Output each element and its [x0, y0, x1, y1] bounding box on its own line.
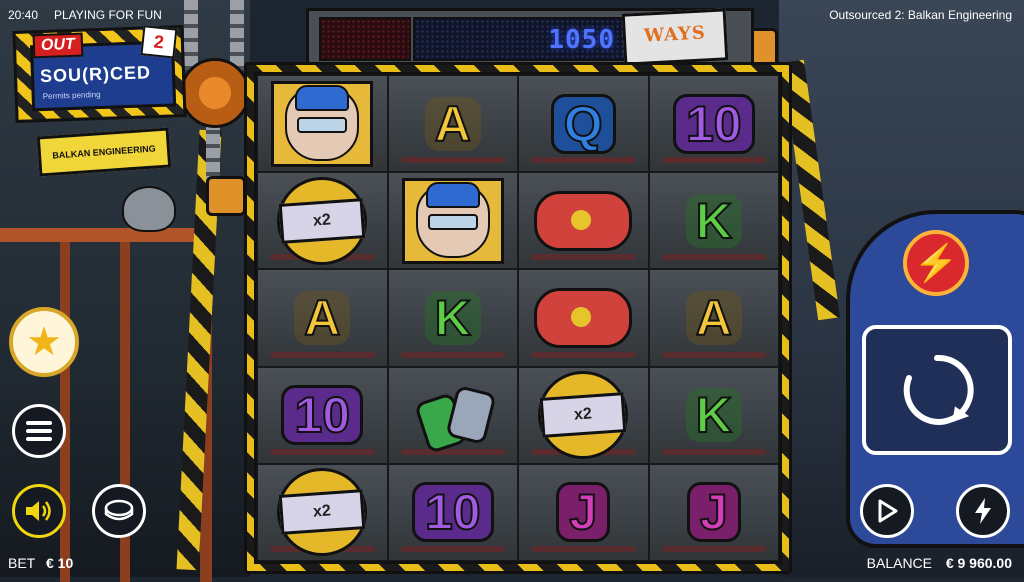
sound-button[interactable]: [12, 484, 66, 538]
symbol-a: A: [685, 290, 742, 345]
symbol-multiplier: x2: [277, 468, 368, 557]
symbol-gamepad: [534, 190, 633, 251]
reel-cell: 10: [387, 463, 518, 561]
symbol-a: A: [424, 96, 481, 151]
bottom-bar: BET € 10 BALANCE € 9 960.00: [0, 551, 1024, 577]
reel-cell: [257, 75, 388, 173]
symbol-k: K: [424, 290, 481, 345]
symbol-multiplier: x2: [538, 371, 629, 460]
quick-spin-button[interactable]: [956, 484, 1010, 538]
play-mode: PLAYING FOR FUN: [54, 8, 162, 22]
balance-value: € 9 960.00: [945, 555, 1012, 571]
pulley-decor: [180, 58, 250, 128]
game-logo: OUT SOU(R)CED Permits pending 2: [12, 25, 187, 123]
favorite-button[interactable]: ★: [9, 307, 79, 377]
menu-button[interactable]: [12, 404, 66, 458]
multiplier-label: x2: [539, 392, 627, 439]
lightning-icon: ⚡: [913, 242, 959, 283]
reel-cell: K: [648, 172, 779, 270]
padlock-icon: [206, 176, 246, 216]
pigeon-decor: [122, 186, 176, 232]
multiplier-label: x2: [278, 489, 366, 536]
reel-cell: [518, 269, 649, 367]
symbol-q: Q: [550, 93, 616, 154]
symbol-worker: [401, 177, 504, 264]
play-icon: [878, 499, 898, 523]
menu-icon: [26, 421, 52, 441]
symbol-10: 10: [411, 482, 494, 543]
bet-button[interactable]: [92, 484, 146, 538]
ways-label: WAYS: [643, 22, 707, 47]
logo-permits: Permits pending: [42, 89, 101, 101]
reel-cell: Q: [518, 75, 649, 173]
reel-cell: K: [387, 269, 518, 367]
reel-cell: x2: [518, 366, 649, 464]
lightning-icon: [975, 498, 991, 524]
bet-label: BET: [8, 555, 36, 571]
reel-cell: A: [257, 269, 388, 367]
bet-value: € 10: [46, 555, 74, 571]
reel-cell: J: [518, 463, 649, 561]
symbol-k: K: [685, 193, 742, 248]
reel-cell: 10: [257, 366, 388, 464]
led-panel: [319, 17, 411, 61]
symbol-gamepad: [534, 287, 633, 348]
refresh-icon: [903, 354, 974, 425]
reel-cell: A: [387, 75, 518, 173]
ways-plate: WAYS: [621, 8, 729, 66]
reel-cell: J: [648, 463, 779, 561]
symbol-a: A: [294, 290, 351, 345]
symbol-j: J: [686, 482, 741, 543]
symbol-cans: [413, 385, 497, 455]
symbol-worker: [271, 80, 374, 167]
game-title: Outsourced 2: Balkan Engineering: [829, 8, 1012, 22]
ways-display: 1050 WAYS: [306, 8, 754, 70]
feature-buy-button[interactable]: ⚡: [903, 230, 969, 296]
autoplay-button[interactable]: [860, 484, 914, 538]
coin-icon: [104, 499, 134, 521]
balance-label: BALANCE: [866, 555, 932, 571]
reel-cell: A: [648, 269, 779, 367]
symbol-multiplier: x2: [277, 176, 368, 265]
star-icon: ★: [26, 320, 62, 364]
reel-grid: A Q 10 x2 K A K A 10 x2 Kx2 10 J J: [254, 72, 782, 564]
symbol-k: K: [685, 388, 742, 443]
ways-count: 1050: [548, 25, 615, 55]
symbol-j: J: [556, 482, 611, 543]
reel-cell: [387, 366, 518, 464]
spin-button[interactable]: [862, 325, 1012, 455]
reel-cell: K: [648, 366, 779, 464]
symbol-10: 10: [672, 93, 755, 154]
ways-counter: 1050: [413, 17, 627, 61]
reel-cell: [387, 172, 518, 270]
logo-sourced: SOU(R)CED: [39, 62, 152, 87]
reel-cell: [518, 172, 649, 270]
reel-cell: x2: [257, 463, 388, 561]
reel-cell: x2: [257, 172, 388, 270]
reel-cell: 10: [648, 75, 779, 173]
logo-out: OUT: [32, 32, 84, 59]
clock: 20:40: [8, 8, 39, 22]
symbol-10: 10: [281, 385, 364, 446]
speaker-icon: [26, 501, 51, 521]
logo-number: 2: [140, 25, 178, 59]
multiplier-label: x2: [278, 197, 366, 244]
